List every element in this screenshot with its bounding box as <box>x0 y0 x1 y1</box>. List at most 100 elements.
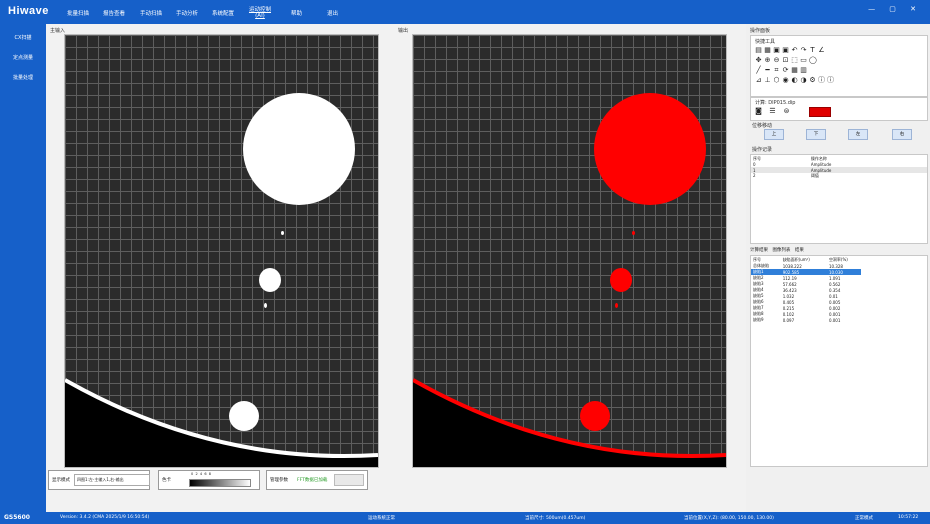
void-blob-large <box>243 93 355 205</box>
move-right-button[interactable]: 右 <box>892 129 912 140</box>
ops-cell: 阈值 <box>810 172 819 178</box>
table-row[interactable]: 缺陷9 0.097 0.001 <box>751 317 861 323</box>
polygon-icon[interactable]: ⬡ <box>773 77 780 84</box>
quick-tools-title: 快捷工具 <box>755 39 776 45</box>
zoom-out-icon[interactable]: ⊖ <box>773 57 780 64</box>
display-mode-label: 显示模式 <box>52 478 70 483</box>
defect-blob-medium <box>610 268 632 292</box>
app-logo: Hiwave <box>8 5 49 17</box>
tab-result[interactable]: 结果 <box>795 248 804 253</box>
info-icon[interactable]: ⓘ <box>818 77 825 84</box>
move-left-button[interactable]: 左 <box>848 129 868 140</box>
compute-run-button[interactable] <box>809 107 831 117</box>
colorbar-label: 色卡 <box>162 478 171 483</box>
window-controls[interactable]: — ▢ ✕ <box>868 5 922 13</box>
menu-exit[interactable]: 退出 <box>327 9 338 17</box>
param-label: 管理参数 <box>270 478 288 483</box>
rectangle-icon[interactable]: ▭ <box>800 57 807 64</box>
camera-icon[interactable]: ◙ <box>755 108 762 115</box>
tab-compute-result[interactable]: 计算结果 <box>750 248 768 253</box>
menu-batch-scan[interactable]: 批量扫描 <box>67 9 89 17</box>
void-blob-bottom <box>229 401 259 431</box>
void-dot <box>264 303 267 308</box>
menu-system-config[interactable]: 系统配置 <box>212 9 234 17</box>
color-icon[interactable]: ◐ <box>791 77 798 84</box>
sidebar-item-batch-process[interactable]: 批量处理 <box>0 74 46 81</box>
move-title: 位移移动 <box>752 123 773 129</box>
measure-icon[interactable]: ⊿ <box>755 77 762 84</box>
wafer-edge-input <box>65 378 378 467</box>
defect-dot <box>632 231 635 235</box>
move-down-button[interactable]: 下 <box>806 129 826 140</box>
output-image[interactable] <box>412 34 727 468</box>
display-mode-select[interactable]: 四图1:左-主输入1,右-输出 <box>74 474 150 486</box>
colorbar-ticks: 0 2 4 6 8 <box>191 472 212 476</box>
layers-icon[interactable]: ⊜ <box>783 108 790 115</box>
ruler-icon[interactable]: ⊥ <box>764 77 771 84</box>
system-status: 运动系统正常 <box>368 516 395 521</box>
defect-blob-large <box>594 93 706 205</box>
save-as-icon[interactable]: ▣ <box>782 47 789 54</box>
result-tabs: 计算结果 图像列表 结果 <box>750 247 804 253</box>
ops-record-box: 序号 操作名称 0 Amplitude 1 Amplitude 2 阈值 <box>750 154 928 244</box>
device-name: GS5600 <box>4 514 30 521</box>
contrast-icon[interactable]: ◑ <box>800 77 807 84</box>
ops-title: 操作记录 <box>752 147 773 153</box>
open-icon[interactable]: ▤ <box>755 47 762 54</box>
void-dot <box>281 231 284 235</box>
param-field[interactable] <box>334 474 364 486</box>
save-icon[interactable]: ▣ <box>773 47 780 54</box>
operation-panel: 操作面板 快捷工具 ▤ ▦ ▣ ▣ ↶ ↷ T ∠ ✥ ⊕ ⊖ ⊡ ⬚ ▭ ◯ … <box>746 24 930 512</box>
input-panel-label: 主输入 <box>50 28 66 34</box>
angle-icon[interactable]: ∠ <box>818 47 825 54</box>
menu-report-view[interactable]: 报告查看 <box>103 9 125 17</box>
defect-blob-bottom <box>580 401 610 431</box>
fill-icon[interactable]: ◉ <box>782 77 789 84</box>
redo-icon[interactable]: ↷ <box>800 47 807 54</box>
results-cell: 0.001 <box>828 317 841 323</box>
results-box: 序号 缺陷面积(um²) 空洞率(%) 总体缺陷 1038.222 10.328 缺陷… <box>750 255 928 467</box>
move-icon[interactable]: ✥ <box>755 57 762 64</box>
menu-help[interactable]: 帮助 <box>291 9 302 17</box>
status-bar: GS5600 Version: 3.4.2 (CMA 2025/1/9 16:5… <box>0 512 930 524</box>
select-icon[interactable]: ⬚ <box>791 57 798 64</box>
rotate-icon[interactable]: ⟳ <box>782 67 789 74</box>
zoom-in-icon[interactable]: ⊕ <box>764 57 771 64</box>
fit-icon[interactable]: ⊡ <box>782 57 789 64</box>
text-icon[interactable]: T <box>809 47 816 54</box>
ops-table: 序号 操作名称 0 Amplitude 1 Amplitude 2 阈值 <box>751 156 927 179</box>
param-value: FFT数据已加载 <box>297 478 328 483</box>
menu-manual-analysis[interactable]: 手动分析 <box>176 9 198 17</box>
undo-icon[interactable]: ↶ <box>791 47 798 54</box>
sidebar-item-cx-scan[interactable]: CX扫描 <box>0 34 46 41</box>
defect-dot <box>615 303 618 308</box>
scale-text: 当前尺寸: 500um(0.457um) <box>525 516 586 521</box>
position-text: 当前位置(X,Y,Z): (80.00, 150.00, 130.00) <box>684 516 774 521</box>
colorbar-box: 色卡 0 2 4 6 8 <box>158 470 260 490</box>
tab-image-list[interactable]: 图像列表 <box>772 248 790 253</box>
line-icon[interactable]: ╱ <box>755 67 762 74</box>
hline-icon[interactable]: ━ <box>764 67 771 74</box>
void-blob-medium <box>259 268 281 292</box>
menu-manual-scan[interactable]: 手动扫描 <box>140 9 162 17</box>
settings-icon[interactable]: ⚙ <box>809 77 816 84</box>
crop-icon[interactable]: ⌗ <box>773 67 780 74</box>
title-bar: Hiwave 批量扫描 报告查看 手动扫描 手动分析 系统配置 运动控制(AI)… <box>0 0 930 24</box>
quick-tools-box: 快捷工具 ▤ ▦ ▣ ▣ ↶ ↷ T ∠ ✥ ⊕ ⊖ ⊡ ⬚ ▭ ◯ ╱ ━ ⌗… <box>750 35 928 97</box>
colorbar-gradient <box>189 479 251 487</box>
move-up-button[interactable]: 上 <box>764 129 784 140</box>
folder-icon[interactable]: ▦ <box>764 47 771 54</box>
list-icon[interactable]: ☰ <box>769 108 776 115</box>
param-box: 管理参数 FFT数据已加载 <box>266 470 368 490</box>
sidebar-item-point-measure[interactable]: 定点测量 <box>0 54 46 61</box>
input-image[interactable] <box>64 34 379 468</box>
compute-label: 计算: DIP015.dip <box>755 100 796 106</box>
ellipse-icon[interactable]: ◯ <box>809 57 817 64</box>
version-text: Version: 3.4.2 (CMA 2025/1/9 16:50:54) <box>60 515 150 520</box>
histogram-icon[interactable]: ▥ <box>800 67 807 74</box>
help-icon[interactable]: ⓘ <box>827 77 834 84</box>
main-area: 主输入 输出 显示模式 四图1:左-主输入1,右-输出 色卡 0 2 4 6 8… <box>46 24 746 512</box>
menu-motion-control[interactable]: 运动控制(AI) <box>246 5 274 19</box>
grid-icon[interactable]: ▦ <box>791 67 798 74</box>
table-row[interactable]: 2 阈值 <box>751 173 927 179</box>
